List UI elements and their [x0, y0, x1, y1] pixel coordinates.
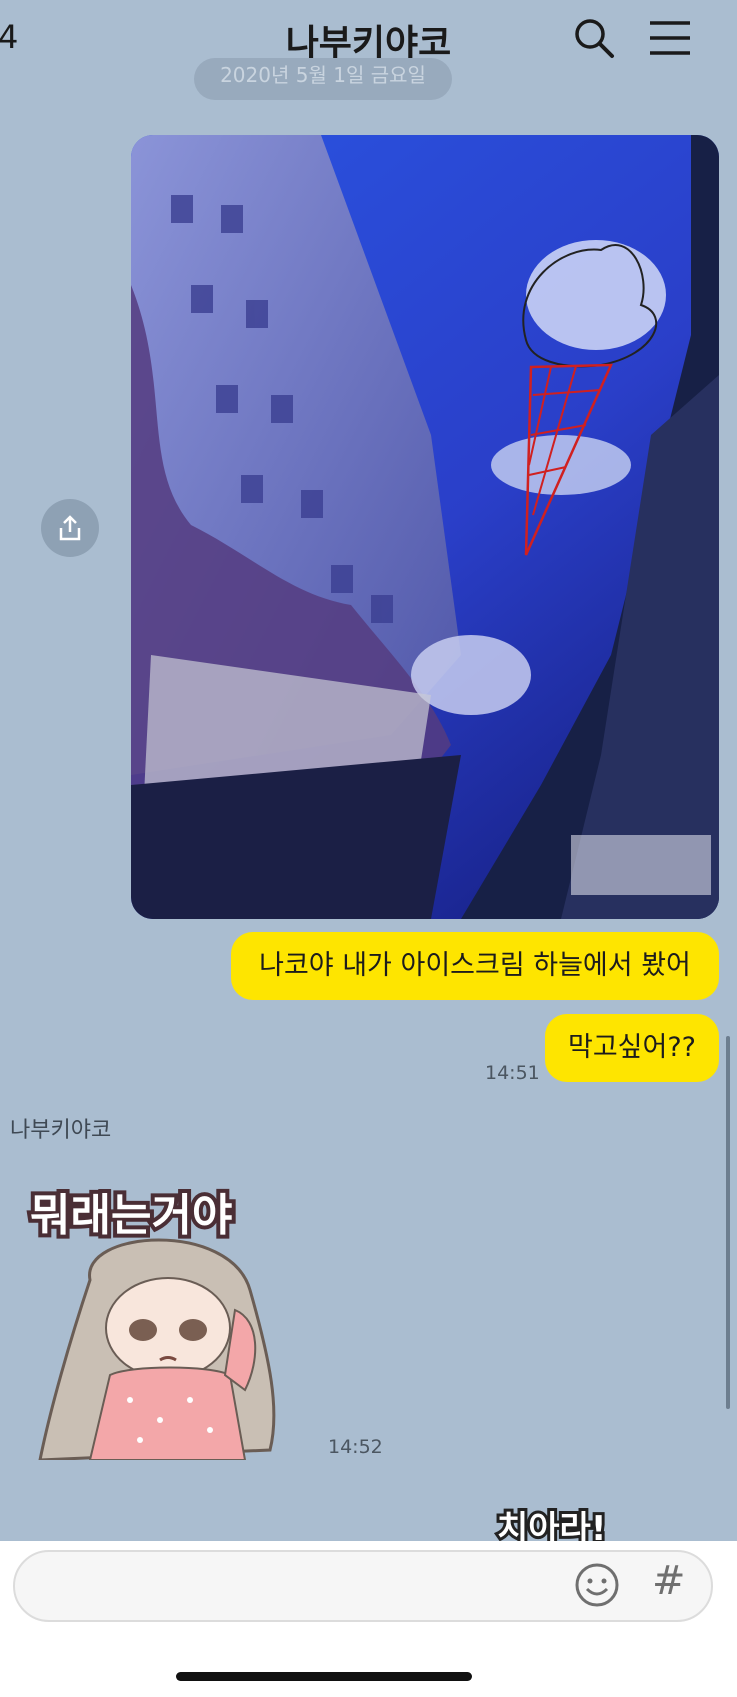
hashtag-button[interactable]: #	[652, 1558, 686, 1604]
share-button[interactable]	[41, 499, 99, 557]
sender-name: 나부키야코	[10, 1118, 112, 1143]
message-bubble[interactable]: 나코야 내가 아이스크림 하늘에서 봤어	[231, 932, 719, 1000]
menu-icon[interactable]	[648, 16, 692, 60]
message-timestamp: 14:51	[485, 1062, 540, 1084]
home-indicator	[176, 1672, 472, 1681]
sticker-image[interactable]: 뭐래는거야	[20, 1160, 310, 1462]
sticker-image[interactable]: 치아라!	[492, 1500, 642, 1542]
share-icon	[59, 515, 81, 541]
sticker-text: 치아라!	[497, 1509, 606, 1542]
message-bubble[interactable]: 막고싶어??	[545, 1014, 719, 1082]
scrollbar[interactable]	[726, 1036, 730, 1409]
message-timestamp: 14:52	[328, 1436, 383, 1458]
sticker-text: 뭐래는거야	[30, 1190, 232, 1241]
search-icon[interactable]	[572, 16, 616, 60]
date-divider: 2020년 5월 1일 금요일	[194, 58, 452, 100]
emoji-icon[interactable]	[574, 1562, 620, 1608]
shared-photo[interactable]	[131, 135, 719, 919]
